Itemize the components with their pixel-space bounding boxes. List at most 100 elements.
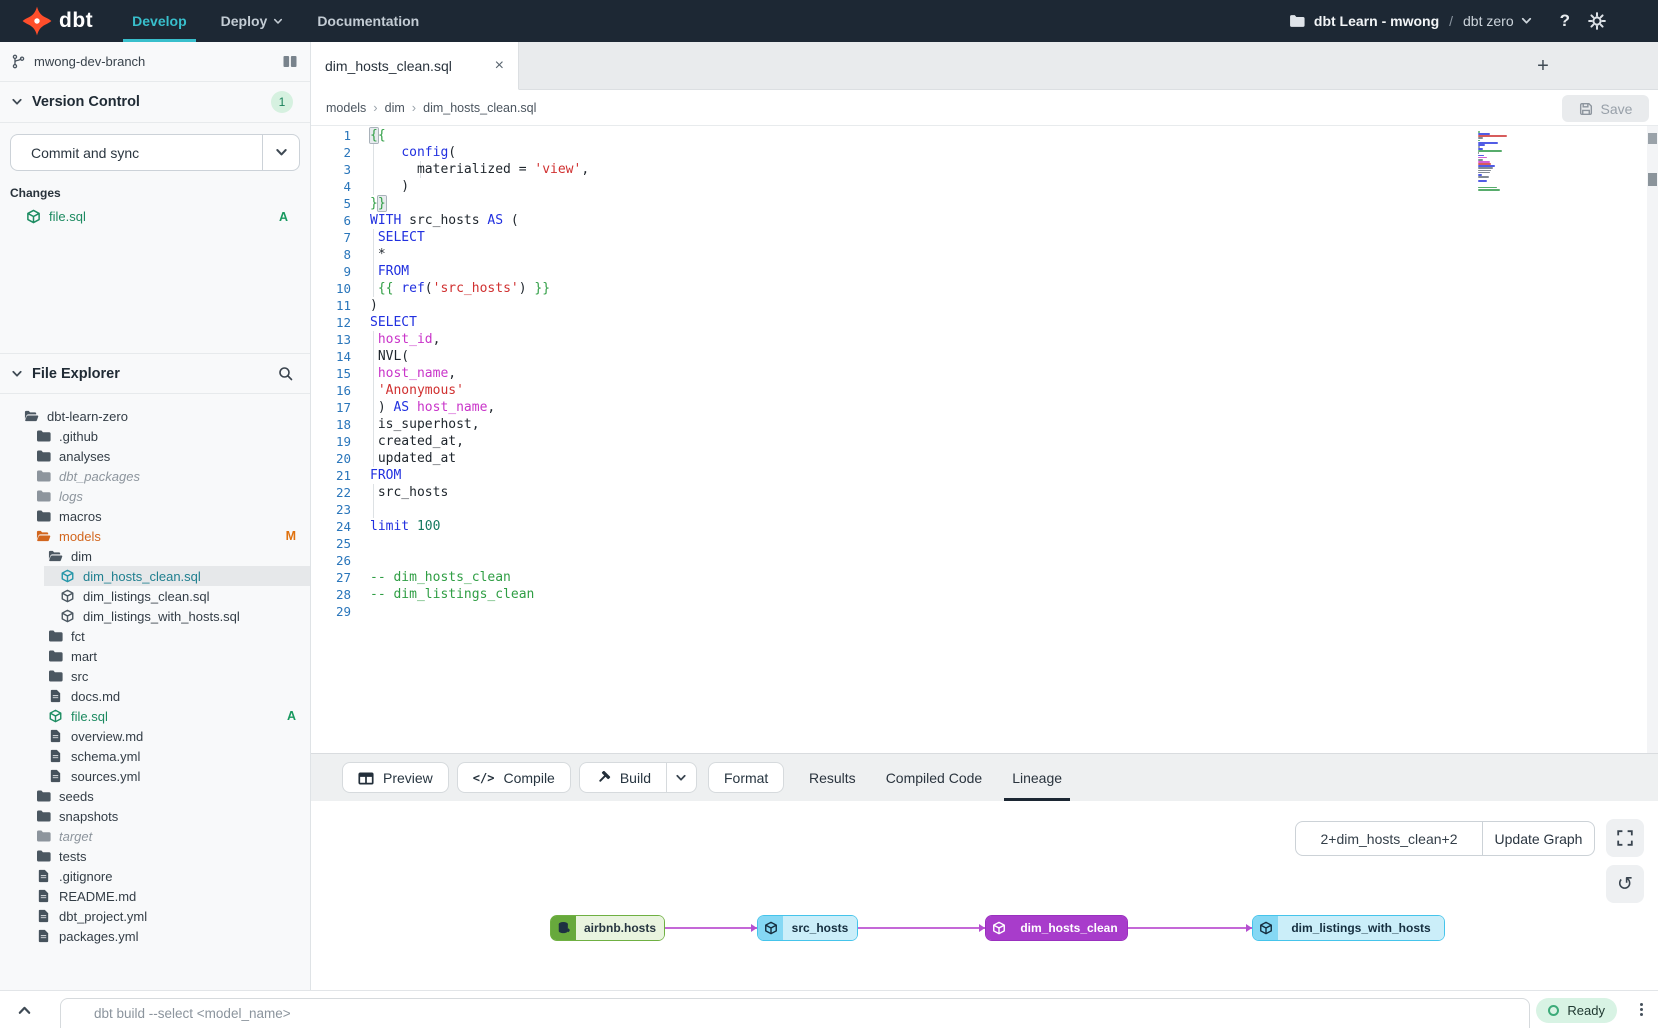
search-icon[interactable] xyxy=(278,366,293,381)
preview-button[interactable]: Preview xyxy=(342,762,449,793)
code-line-5[interactable]: 5}} xyxy=(311,195,1658,212)
code-line-19[interactable]: 19 created_at, xyxy=(311,433,1658,450)
code-line-17[interactable]: 17 ) AS host_name, xyxy=(311,399,1658,416)
tree-item-overview.md[interactable]: overview.md xyxy=(0,726,310,746)
build-button[interactable]: Build xyxy=(579,762,666,793)
breadcrumb-models[interactable]: models xyxy=(326,101,366,115)
code-editor[interactable]: 1{{2 config(3 materialized = 'view',4 )5… xyxy=(311,126,1658,753)
nav-documentation[interactable]: Documentation xyxy=(312,0,424,42)
update-graph-button[interactable]: Update Graph xyxy=(1482,822,1594,855)
code-line-1[interactable]: 1{{ xyxy=(311,127,1658,144)
new-tab-icon[interactable]: + xyxy=(1528,42,1558,90)
code-line-3[interactable]: 3 materialized = 'view', xyxy=(311,161,1658,178)
chevron-down-icon[interactable] xyxy=(11,370,23,378)
code-line-27[interactable]: 27-- dim_hosts_clean xyxy=(311,569,1658,586)
nav-deploy[interactable]: Deploy xyxy=(216,0,289,42)
code-line-20[interactable]: 20 updated_at xyxy=(311,450,1658,467)
nav-develop[interactable]: Develop xyxy=(127,0,191,42)
code-line-4[interactable]: 4 ) xyxy=(311,178,1658,195)
close-icon[interactable]: × xyxy=(495,57,504,75)
code-line-15[interactable]: 15 host_name, xyxy=(311,365,1658,382)
tree-item-dbt-learn-zero[interactable]: dbt-learn-zero xyxy=(0,406,310,426)
build-options-button[interactable] xyxy=(666,762,697,793)
code-line-28[interactable]: 28-- dim_listings_clean xyxy=(311,586,1658,603)
tree-item-file.sql[interactable]: file.sqlA xyxy=(0,706,310,726)
code-line-23[interactable]: 23 xyxy=(311,501,1658,518)
tab-results[interactable]: Results xyxy=(801,754,864,801)
tree-item-fct[interactable]: fct xyxy=(0,626,310,646)
code-line-16[interactable]: 16 'Anonymous' xyxy=(311,382,1658,399)
kebab-menu-icon[interactable] xyxy=(1640,1003,1643,1016)
gear-icon[interactable] xyxy=(1588,12,1606,30)
tree-item-dbt_packages[interactable]: dbt_packages xyxy=(0,466,310,486)
code-line-11[interactable]: 11) xyxy=(311,297,1658,314)
code-line-18[interactable]: 18 is_superhost, xyxy=(311,416,1658,433)
tree-item-sources.yml[interactable]: sources.yml xyxy=(0,766,310,786)
breadcrumb-dim_hosts_clean.sql[interactable]: dim_hosts_clean.sql xyxy=(423,101,536,115)
code-line-13[interactable]: 13 host_id, xyxy=(311,331,1658,348)
code-line-8[interactable]: 8 * xyxy=(311,246,1658,263)
lineage-node-airbnb.hosts[interactable]: airbnb.hosts xyxy=(550,915,665,941)
code-line-9[interactable]: 9 FROM xyxy=(311,263,1658,280)
code-line-12[interactable]: 12SELECT xyxy=(311,314,1658,331)
code-line-7[interactable]: 7 SELECT xyxy=(311,229,1658,246)
code-line-2[interactable]: 2 config( xyxy=(311,144,1658,161)
status-badge[interactable]: Ready xyxy=(1536,998,1617,1023)
commit-and-sync-button[interactable]: Commit and sync xyxy=(10,134,262,171)
code-line-10[interactable]: 10 {{ ref('src_hosts') }} xyxy=(311,280,1658,297)
lineage-node-src_hosts[interactable]: src_hosts xyxy=(757,915,858,941)
tree-item-logs[interactable]: logs xyxy=(0,486,310,506)
lineage-canvas[interactable]: 2+dim_hosts_clean+2 Update Graph ↺ airbn… xyxy=(311,801,1658,990)
breadcrumb-dim[interactable]: dim xyxy=(385,101,405,115)
tree-item-packages.yml[interactable]: packages.yml xyxy=(0,926,310,946)
code-line-26[interactable]: 26 xyxy=(311,552,1658,569)
commit-options-button[interactable] xyxy=(262,134,300,171)
tree-item-.github[interactable]: .github xyxy=(0,426,310,446)
tree-item-src[interactable]: src xyxy=(0,666,310,686)
tree-item-schema.yml[interactable]: schema.yml xyxy=(0,746,310,766)
chevron-up-icon[interactable] xyxy=(17,1005,32,1015)
editor-minimap[interactable] xyxy=(1478,131,1512,193)
file-explorer-header[interactable]: File Explorer xyxy=(0,353,310,394)
tree-item-dim_listings_with_hosts.sql[interactable]: dim_listings_with_hosts.sql xyxy=(0,606,310,626)
dbt-logo[interactable]: dbt xyxy=(22,6,93,36)
compile-button[interactable]: </>Compile xyxy=(457,762,571,793)
reset-view-button[interactable]: ↺ xyxy=(1606,865,1644,903)
command-input[interactable]: dbt build --select <model_name> xyxy=(60,998,1530,1028)
chevron-down-icon[interactable] xyxy=(11,98,23,106)
code-line-24[interactable]: 24limit 100 xyxy=(311,518,1658,535)
code-line-25[interactable]: 25 xyxy=(311,535,1658,552)
scrollbar-thumb[interactable] xyxy=(1648,133,1657,144)
code-line-21[interactable]: 21FROM xyxy=(311,467,1658,484)
fullscreen-button[interactable] xyxy=(1606,819,1644,857)
docs-panel-icon[interactable] xyxy=(282,55,298,68)
code-line-6[interactable]: 6WITH src_hosts AS ( xyxy=(311,212,1658,229)
project-name[interactable]: dbt Learn - mwong xyxy=(1314,13,1439,29)
lineage-node-dim_hosts_clean[interactable]: dim_hosts_clean xyxy=(985,915,1128,941)
code-line-14[interactable]: 14 NVL( xyxy=(311,348,1658,365)
tree-item-seeds[interactable]: seeds xyxy=(0,786,310,806)
tree-item-analyses[interactable]: analyses xyxy=(0,446,310,466)
tree-item-snapshots[interactable]: snapshots xyxy=(0,806,310,826)
tree-item-target[interactable]: target xyxy=(0,826,310,846)
tree-item-mart[interactable]: mart xyxy=(0,646,310,666)
code-line-29[interactable]: 29 xyxy=(311,603,1658,620)
code-line-22[interactable]: 22 src_hosts xyxy=(311,484,1658,501)
tree-item-.gitignore[interactable]: .gitignore xyxy=(0,866,310,886)
tree-item-dim[interactable]: dim xyxy=(0,546,310,566)
editor-tab-dim-hosts-clean[interactable]: dim_hosts_clean.sql × xyxy=(311,42,519,90)
tree-item-macros[interactable]: macros xyxy=(0,506,310,526)
tab-lineage[interactable]: Lineage xyxy=(1004,754,1070,801)
node-selector-input[interactable]: 2+dim_hosts_clean+2 xyxy=(1296,822,1482,855)
help-button[interactable]: ? xyxy=(1560,11,1570,31)
tree-item-README.md[interactable]: README.md xyxy=(0,886,310,906)
lineage-node-dim_listings_with_hosts[interactable]: dim_listings_with_hosts xyxy=(1252,915,1445,941)
chevron-down-icon[interactable] xyxy=(1521,17,1532,25)
tree-item-dbt_project.yml[interactable]: dbt_project.yml xyxy=(0,906,310,926)
save-button[interactable]: Save xyxy=(1562,95,1649,122)
editor-scrollbar[interactable] xyxy=(1647,126,1658,753)
tree-item-docs.md[interactable]: docs.md xyxy=(0,686,310,706)
tree-item-dim_hosts_clean.sql[interactable]: dim_hosts_clean.sql xyxy=(0,566,310,586)
tree-item-dim_listings_clean.sql[interactable]: dim_listings_clean.sql xyxy=(0,586,310,606)
tab-compiled-code[interactable]: Compiled Code xyxy=(878,754,991,801)
